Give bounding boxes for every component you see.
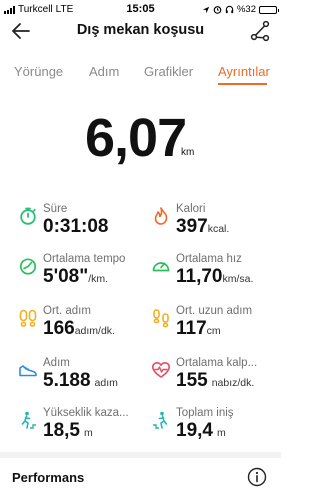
tab-adim[interactable]: Adım <box>89 64 119 79</box>
stat-label: Adım <box>43 357 70 369</box>
stat-ortalama-tempo: Ortalama tempo 5'08"/km. <box>18 253 148 293</box>
stat-unit: /km. <box>88 273 109 285</box>
stat-kalori: Kalori 397kcal. <box>151 203 281 243</box>
stat-ort-adim: Ort. adım 166adım/dk. <box>18 305 148 345</box>
stat-label: Ort. adım <box>43 305 91 317</box>
stat-unit: adım/dk. <box>74 325 115 337</box>
stat-ortalama-hiz: Ortalama hız 11,70km/sa. <box>151 253 281 293</box>
stat-label: Yükseklik kaza... <box>43 407 129 419</box>
stride-icon <box>153 309 169 328</box>
stat-value-line: 11,70km/sa. <box>176 266 253 288</box>
tab-ayrintilar[interactable]: Ayrıntılar <box>218 64 270 79</box>
stat-value-line: 397kcal. <box>176 216 229 238</box>
stat-label: Süre <box>43 203 68 215</box>
performance-title: Performans <box>12 470 85 485</box>
location-icon <box>202 6 210 13</box>
stat-label: Kalori <box>176 203 206 215</box>
stat-ortalama-kalp: Ortalama kalp... 155 nabız/dk. <box>151 357 281 397</box>
stat-value-line: 117cm <box>176 318 221 340</box>
stat-value-line: 5'08"/km. <box>43 266 108 288</box>
stat-value: 19,4 <box>176 420 213 441</box>
stat-label: Ortalama hız <box>176 253 242 265</box>
stat-value: 5'08" <box>43 266 89 287</box>
share-icon[interactable] <box>249 20 271 42</box>
stat-toplam-inis: Toplam iniş 19,4 m <box>151 407 281 447</box>
stat-adim: Adım 5.188 adım <box>18 357 148 397</box>
stat-label: Toplam iniş <box>176 407 234 419</box>
battery-percent: %32 <box>236 4 256 15</box>
stat-value-line: 155 nabız/dk. <box>176 370 254 392</box>
stat-label: Ort. uzun adım <box>176 305 253 317</box>
status-bar: Turkcell LTE 15:05 %32 <box>0 0 281 18</box>
speedometer-icon <box>152 262 170 272</box>
info-icon[interactable] <box>247 467 267 487</box>
stat-value: 18,5 <box>43 420 80 441</box>
tab-bar: Yörünge Adım Grafikler Ayrıntılar <box>0 60 281 86</box>
battery-icon <box>259 5 279 14</box>
stat-unit: nabız/dk. <box>211 377 255 389</box>
distance-unit: km <box>181 147 195 158</box>
descent-icon <box>153 411 168 429</box>
stat-value-line: 0:31:08 <box>43 216 109 238</box>
stat-ort-uzun-adim: Ort. uzun adım 117cm <box>151 305 281 345</box>
heart-rate-icon <box>152 362 170 378</box>
stat-unit: adım <box>94 377 118 389</box>
stat-value: 117 <box>176 318 207 339</box>
distance-value: 6,07 <box>85 108 187 168</box>
flame-icon <box>154 207 168 225</box>
tab-yorunge[interactable]: Yörünge <box>14 64 63 79</box>
shoe-icon <box>19 365 37 377</box>
stat-value: 5.188 <box>43 370 91 391</box>
active-tab-indicator <box>218 83 267 85</box>
stat-value: 397 <box>176 216 208 237</box>
stopwatch-icon <box>20 207 36 225</box>
tab-grafikler[interactable]: Grafikler <box>144 64 193 79</box>
page-title: Dış mekan koşusu <box>76 22 205 38</box>
stat-value: 0:31:08 <box>43 216 109 237</box>
stat-value-line: 5.188 adım <box>43 370 118 392</box>
headphones-icon <box>225 5 234 14</box>
performance-section: Performans <box>0 458 281 499</box>
stat-unit: m <box>83 427 93 439</box>
alarm-icon <box>213 6 222 14</box>
stat-value: 166 <box>43 318 75 339</box>
stat-unit: cm <box>206 325 221 337</box>
stat-value-line: 166adım/dk. <box>43 318 115 340</box>
stat-value-line: 19,4 m <box>176 420 226 442</box>
stat-label: Ortalama tempo <box>43 253 126 265</box>
stat-value-line: 18,5 m <box>43 420 93 442</box>
stat-unit: kcal. <box>207 223 230 235</box>
distance-summary: 6,07 km <box>0 108 281 168</box>
stat-value: 11,70 <box>176 266 223 287</box>
climb-icon <box>21 411 36 429</box>
app-header: Dış mekan koşusu <box>0 18 281 46</box>
footprints-icon <box>19 309 37 327</box>
status-right: %32 <box>202 4 279 15</box>
stat-sure: Süre 0:31:08 <box>18 203 148 243</box>
pace-gauge-icon <box>19 258 37 275</box>
stat-value: 155 <box>176 370 208 391</box>
stat-yukseklik-kazanci: Yükseklik kaza... 18,5 m <box>18 407 148 447</box>
stat-label: Ortalama kalp... <box>176 357 258 369</box>
stat-unit: km/sa. <box>222 273 254 285</box>
stat-unit: m <box>216 427 226 439</box>
